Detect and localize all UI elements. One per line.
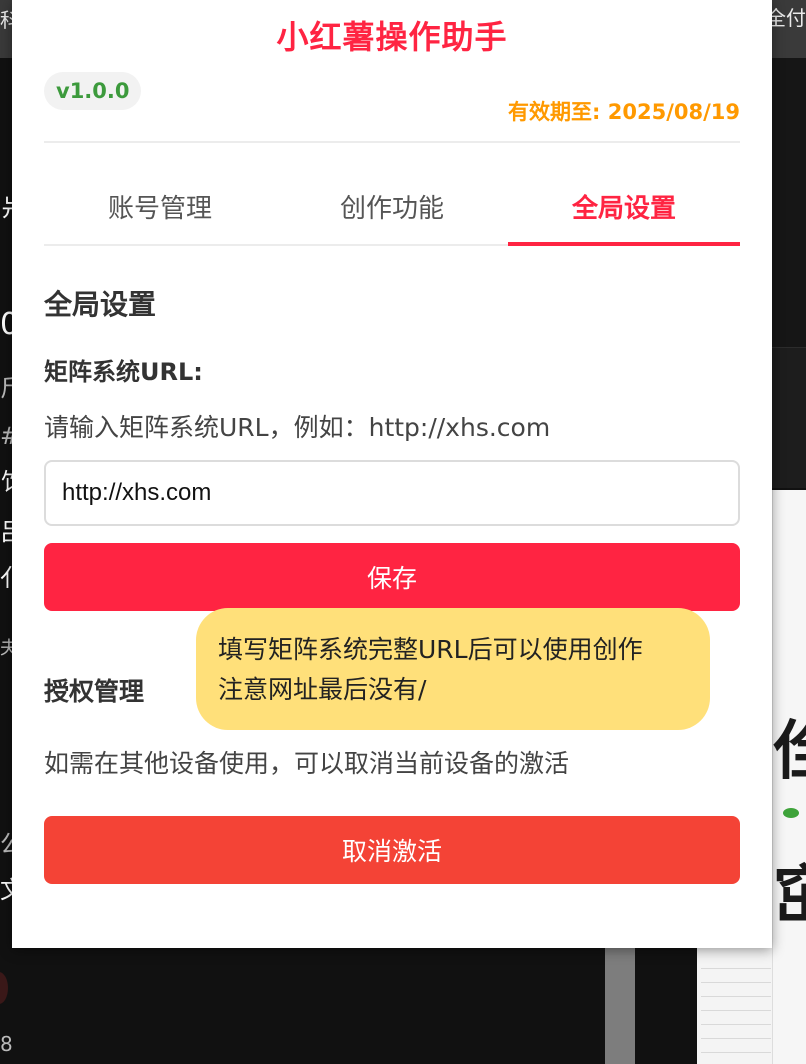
tab-creation-features[interactable]: 创作功能 bbox=[276, 176, 508, 244]
background-text-fragment: 8 bbox=[0, 1032, 13, 1056]
app-title: 小红薯操作助手 bbox=[276, 18, 508, 56]
background-image-glyph: 佺 bbox=[773, 700, 806, 792]
expiry-date: 有效期至: 2025/08/19 bbox=[508, 100, 740, 124]
tab-bar: 账号管理 创作功能 全局设置 bbox=[44, 176, 740, 246]
matrix-url-label: 矩阵系统URL: bbox=[44, 358, 203, 386]
auth-description: 如需在其他设备使用，可以取消当前设备的激活 bbox=[44, 749, 570, 778]
section-title: 全局设置 bbox=[44, 288, 157, 321]
tab-global-settings[interactable]: 全局设置 bbox=[508, 176, 740, 246]
matrix-url-input[interactable] bbox=[44, 460, 740, 526]
version-badge: v1.0.0 bbox=[44, 72, 142, 110]
tab-account-management[interactable]: 账号管理 bbox=[44, 176, 276, 244]
background-thumbnail bbox=[605, 948, 635, 1064]
save-button[interactable]: 保存 bbox=[44, 543, 740, 611]
extension-popup: 小红薯操作助手 v1.0.0 有效期至: 2025/08/19 账号管理 创作功… bbox=[12, 0, 772, 948]
auth-section-title: 授权管理 bbox=[44, 677, 145, 706]
background-thumbnail bbox=[697, 948, 772, 1064]
url-tooltip: 填写矩阵系统完整URL后可以使用创作 注意网址最后没有/ bbox=[196, 608, 710, 730]
background-side-panel bbox=[772, 348, 806, 488]
background-image-glyph: 窋 bbox=[773, 845, 806, 937]
background-thumbnail: 佺 窋 bbox=[772, 490, 806, 1064]
tooltip-line: 填写矩阵系统完整URL后可以使用创作 bbox=[218, 635, 643, 664]
background-side-panel bbox=[772, 58, 806, 348]
deactivate-button[interactable]: 取消激活 bbox=[44, 816, 740, 884]
matrix-url-hint: 请输入矩阵系统URL，例如：http://xhs.com bbox=[44, 413, 551, 442]
background-avatar bbox=[0, 972, 8, 1004]
header-divider bbox=[44, 141, 740, 143]
background-text-fragment: 全付 bbox=[766, 6, 806, 30]
tooltip-line: 注意网址最后没有/ bbox=[218, 675, 427, 704]
background-image-mark bbox=[783, 808, 799, 818]
